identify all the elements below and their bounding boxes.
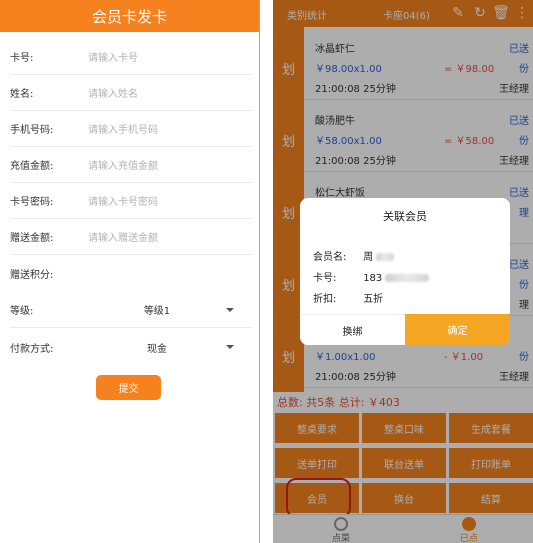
recharge-row[interactable]: 充值金额: 请输入充值金额 [10,147,252,183]
redacted-mark [385,274,430,282]
page-title: 会员卡发卡 [0,0,259,32]
name-input[interactable]: 请输入姓名 [88,85,138,100]
confirm-button[interactable]: 确定 [405,314,510,345]
bonus-points-row[interactable]: 赠送积分: [10,255,252,291]
level-select[interactable]: 等级: 等级1 [10,292,252,328]
card-number-info-value: 183 [363,273,383,284]
submit-button[interactable]: 提交 [96,375,161,400]
payment-label: 付款方式: [10,343,54,355]
password-row[interactable]: 卡号密码: 请输入卡号密码 [10,183,252,219]
password-input[interactable]: 请输入卡号密码 [88,193,158,208]
name-row[interactable]: 姓名: 请输入姓名 [10,75,252,111]
discount-label: 折扣: [313,294,337,305]
bonus-amount-input[interactable]: 请输入赠送金额 [88,229,158,244]
redacted-mark [376,253,395,261]
card-number-row[interactable]: 卡号: 请输入卡号 [10,39,252,75]
chevron-down-icon [226,345,234,349]
card-number-info-label: 卡号: [313,273,337,284]
card-number-info-row: 卡号: 183 [313,269,430,284]
dialog-title: 关联会员 [383,210,427,223]
card-issue-panel: 会员卡发卡 卡号: 请输入卡号 姓名: 请输入姓名 手机号码: 请输入手机号码 … [0,0,260,543]
phone-input[interactable]: 请输入手机号码 [88,121,158,136]
member-name-row: 会员名: 周 [313,248,395,263]
phone-label: 手机号码: [10,125,54,136]
bonus-amount-row[interactable]: 赠送金额: 请输入赠送金额 [10,219,252,255]
panel-divider [261,0,273,543]
member-name-label: 会员名: [313,252,347,263]
password-label: 卡号密码: [10,197,54,208]
name-label: 姓名: [10,89,34,100]
order-panel: 类别统计 卡座04(6) ✎ ↻ 🗑 ⋮ 划 划 划 划 划 冰晶虾仁 已送 ￥… [273,0,533,543]
link-member-dialog: 关联会员 会员名: 周 卡号: 183 折扣: 五折 换绑 确定 [300,198,510,345]
discount-value: 五折 [363,294,384,305]
payment-value: 现金 [147,343,167,355]
level-value: 等级1 [143,306,171,317]
chevron-down-icon [226,307,234,312]
card-number-label: 卡号: [10,53,34,64]
recharge-label: 充值金额: [10,161,54,172]
switch-binding-button[interactable]: 换绑 [300,314,405,345]
discount-row: 折扣: 五折 [313,290,383,305]
phone-row[interactable]: 手机号码: 请输入手机号码 [10,111,252,147]
recharge-input[interactable]: 请输入充值金额 [88,157,158,172]
bonus-points-label: 赠送积分: [10,269,54,281]
payment-select[interactable]: 付款方式: 现金 [10,329,252,365]
card-number-input[interactable]: 请输入卡号 [88,49,138,64]
member-name-value: 周 [363,252,374,263]
bonus-amount-label: 赠送金额: [10,233,54,244]
level-label: 等级: [10,306,34,317]
